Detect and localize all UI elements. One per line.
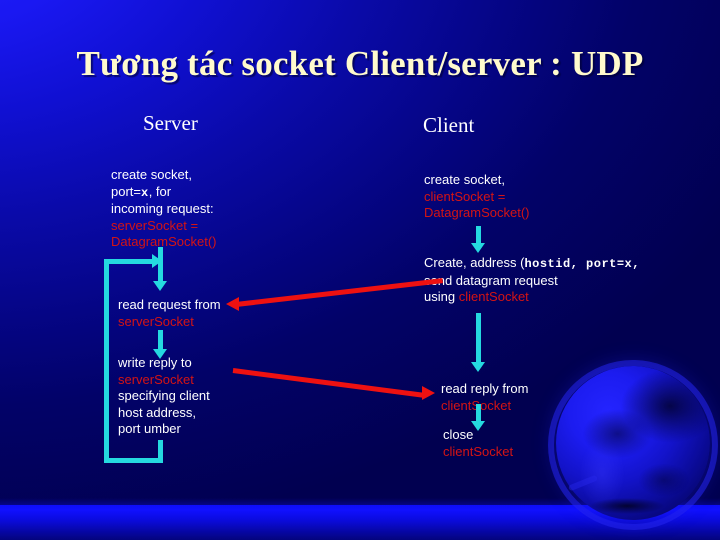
page-title: Tương tác socket Client/server : UDP	[76, 44, 644, 83]
server-flow-arrow-1-head	[153, 281, 167, 291]
client-flow-arrow-3-head	[471, 421, 485, 431]
client-close-code1: clientSocket	[443, 443, 514, 459]
client-create-code1: clientSocket =	[424, 188, 506, 204]
server-loop-top-segment	[104, 259, 156, 264]
server-write-line3: host address,	[118, 404, 197, 420]
server-loop-bottom-segment	[104, 458, 163, 463]
globe-shadow	[590, 498, 664, 514]
client-read-line1: read reply from	[441, 381, 529, 396]
client-close-line1: close	[443, 427, 474, 442]
server-create-line2-post: , for	[148, 183, 172, 199]
column-heading-server: Server	[143, 111, 198, 135]
server-write-line2: specifying client	[118, 388, 210, 403]
server-loop-left-segment	[104, 259, 109, 463]
server-create-line2: port=x, for	[111, 184, 281, 202]
client-send-datagram-block: Create, address (hostid, port=x, send da…	[424, 255, 684, 306]
client-send-line3: using clientSocket	[424, 289, 684, 306]
client-send-line3-pre: using	[424, 289, 459, 304]
server-loop-arrow-head	[152, 254, 162, 268]
server-read-code1: serverSocket	[118, 313, 194, 329]
server-flow-arrow-2-head	[153, 349, 167, 359]
client-create-line1: create socket,	[424, 172, 505, 187]
slide-canvas: Tương tác socket Client/server : UDP Ser…	[0, 0, 720, 540]
client-read-code1: clientSocket	[441, 398, 611, 415]
reply-message-arrow-head	[422, 386, 435, 400]
client-flow-arrow-2-shaft	[476, 313, 481, 364]
client-flow-arrow-1-head	[471, 243, 485, 253]
client-create-code2: DatagramSocket()	[424, 205, 530, 220]
server-write-line1: write reply to	[118, 355, 192, 370]
server-create-code2: DatagramSocket()	[111, 234, 217, 249]
client-send-line1-pre: Create, address (	[424, 255, 525, 270]
client-send-address-args: hostid, port=x,	[524, 257, 640, 271]
server-create-line3: incoming request:	[111, 201, 214, 216]
request-message-arrow-head	[226, 297, 239, 311]
client-send-line3-code: clientSocket	[458, 289, 529, 304]
server-write-line4: port umber	[118, 421, 181, 436]
server-create-line1: create socket,	[111, 167, 192, 182]
client-flow-arrow-2-head	[471, 362, 485, 372]
server-write-reply-block: write reply to serverSocket specifying c…	[118, 355, 278, 438]
client-read-reply-block: read reply from clientSocket	[441, 381, 611, 414]
client-send-line1: Create, address (hostid, port=x,	[424, 255, 684, 273]
server-create-line2-pre: port=	[111, 183, 141, 199]
server-create-port-var: x	[141, 185, 149, 200]
server-create-code1: serverSocket =	[111, 217, 199, 233]
server-create-socket-block: create socket, port=x, for incoming requ…	[111, 167, 281, 251]
client-create-socket-block: create socket, clientSocket = DatagramSo…	[424, 172, 604, 222]
column-heading-client: Client	[423, 113, 475, 137]
client-send-line2: send datagram request	[424, 272, 558, 288]
client-close-socket-block: close clientSocket	[443, 427, 613, 460]
